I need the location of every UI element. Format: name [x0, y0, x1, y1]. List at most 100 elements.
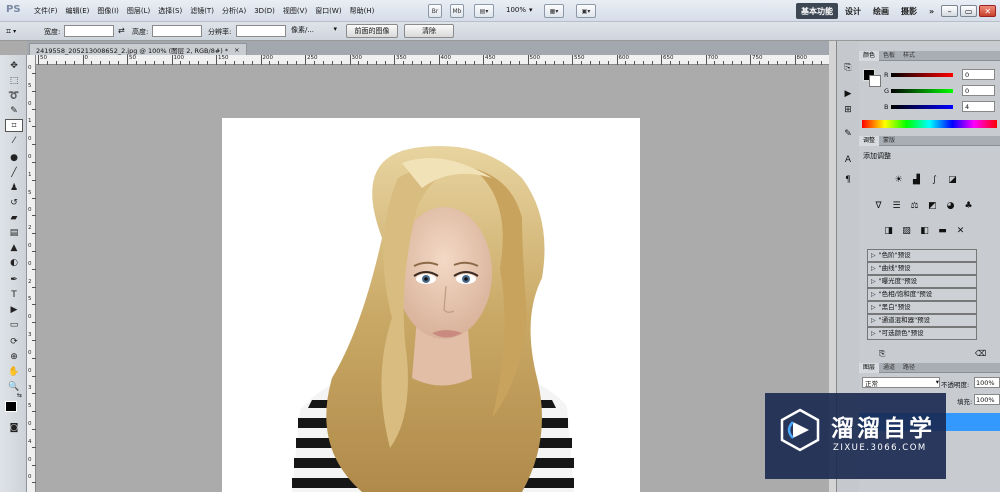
workspace-design[interactable]: 设计: [840, 3, 866, 19]
fill-input[interactable]: 100%: [974, 394, 1000, 405]
preset-levels[interactable]: ▷ "色阶"预设: [867, 249, 977, 262]
history-panel-icon[interactable]: ⎘: [841, 61, 855, 75]
tab-masks[interactable]: 蒙版: [879, 136, 899, 146]
photo-filter-icon[interactable]: ◕: [943, 199, 958, 212]
workspace-essentials[interactable]: 基本功能: [796, 3, 838, 19]
menu-help[interactable]: 帮助(H): [346, 6, 379, 16]
blend-mode-select[interactable]: 正常 ▾: [862, 377, 940, 388]
shape-tool-icon[interactable]: ▭: [5, 318, 23, 331]
exposure-icon[interactable]: ◪: [945, 173, 960, 186]
vibrance-icon[interactable]: ∇: [871, 199, 886, 212]
height-input[interactable]: [152, 25, 202, 37]
move-tool-icon[interactable]: ✥: [5, 59, 23, 72]
preset-channel-mixer[interactable]: ▷ "通道混和器"预设: [867, 314, 977, 327]
menu-analysis[interactable]: 分析(A): [218, 6, 250, 16]
preset-exposure[interactable]: ▷ "曝光度"预设: [867, 275, 977, 288]
threshold-icon[interactable]: ◧: [917, 224, 932, 237]
green-value-input[interactable]: 0: [962, 85, 995, 96]
paragraph-panel-icon[interactable]: ¶: [841, 173, 855, 187]
workspace-photography[interactable]: 摄影: [896, 3, 922, 19]
mini-bridge-button[interactable]: Mb: [450, 4, 464, 18]
red-slider[interactable]: [891, 73, 953, 77]
actions-panel-icon[interactable]: ▶: [841, 87, 855, 101]
preset-black-white[interactable]: ▷ "黑白"预设: [867, 301, 977, 314]
opacity-input[interactable]: 100%: [974, 377, 1000, 388]
tab-layers[interactable]: 图层: [859, 363, 880, 373]
tool-preset-picker[interactable]: ⌗ ▾: [6, 25, 32, 38]
preset-curves[interactable]: ▷ "曲线"预设: [867, 262, 977, 275]
brush-tool-icon[interactable]: ╱: [5, 166, 23, 179]
tab-styles[interactable]: 样式: [899, 51, 919, 61]
path-select-tool-icon[interactable]: ▶: [5, 303, 23, 316]
dodge-tool-icon[interactable]: ◐: [5, 256, 23, 269]
blur-tool-icon[interactable]: ▲: [5, 241, 23, 254]
type-tool-icon[interactable]: T: [5, 288, 23, 301]
curves-icon[interactable]: ∫: [927, 173, 942, 186]
tab-swatches[interactable]: 色板: [879, 51, 899, 61]
width-input[interactable]: [64, 25, 114, 37]
front-image-button[interactable]: 前面的图像: [346, 24, 398, 38]
posterize-icon[interactable]: ▨: [899, 224, 914, 237]
workspace-painting[interactable]: 绘画: [868, 3, 894, 19]
preset-selective-color[interactable]: ▷ "可选颜色"预设: [867, 327, 977, 340]
brushes-panel-icon[interactable]: ✎: [841, 127, 855, 141]
spot-healing-tool-icon[interactable]: ●: [5, 151, 23, 164]
hue-saturation-icon[interactable]: ☰: [889, 199, 904, 212]
color-spectrum-bar[interactable]: [862, 120, 997, 128]
menu-window[interactable]: 窗口(W): [311, 6, 345, 16]
marquee-tool-icon[interactable]: ⬚: [5, 74, 23, 87]
bridge-button[interactable]: Br: [428, 4, 442, 18]
color-balance-icon[interactable]: ⚖: [907, 199, 922, 212]
arrange-documents-button[interactable]: ▦▾: [544, 4, 564, 18]
green-slider[interactable]: [891, 89, 953, 93]
invert-icon[interactable]: ◨: [881, 224, 896, 237]
resolution-unit-select[interactable]: 像素/... ▾: [289, 25, 339, 37]
blue-slider[interactable]: [891, 105, 953, 109]
channel-mixer-icon[interactable]: ♣: [961, 199, 976, 212]
red-value-input[interactable]: 0: [962, 69, 995, 80]
tab-paths[interactable]: 路径: [899, 363, 919, 373]
swap-colors-icon[interactable]: ⇆: [17, 392, 22, 399]
menu-filter[interactable]: 滤镜(T): [186, 6, 218, 16]
quick-mask-icon[interactable]: ◙: [5, 421, 23, 434]
screen-mode-button[interactable]: ▣▾: [576, 4, 596, 18]
menu-image[interactable]: 图像(I): [93, 6, 123, 16]
foreground-color-swatch[interactable]: [5, 401, 17, 412]
menu-layer[interactable]: 图层(L): [123, 6, 154, 16]
minimize-button[interactable]: –: [941, 5, 959, 17]
swatches-panel-icon[interactable]: ⊞: [841, 103, 855, 117]
view-extras-button[interactable]: ▤▾: [474, 4, 494, 18]
menu-select[interactable]: 选择(S): [154, 6, 186, 16]
brightness-icon[interactable]: ☀: [891, 173, 906, 186]
pen-tool-icon[interactable]: ✒: [5, 273, 23, 286]
character-panel-icon[interactable]: A: [841, 153, 855, 167]
clear-button[interactable]: 清除: [404, 24, 454, 38]
hand-tool-icon[interactable]: ✋: [5, 365, 23, 378]
eraser-tool-icon[interactable]: ▰: [5, 211, 23, 224]
blue-value-input[interactable]: 4: [962, 101, 995, 112]
delete-adjustment-icon[interactable]: ⌫: [975, 349, 986, 358]
workspace-more-button[interactable]: »: [924, 3, 939, 19]
menu-3d[interactable]: 3D(D): [250, 7, 279, 15]
menu-file[interactable]: 文件(F): [30, 6, 62, 16]
tab-color[interactable]: 颜色: [859, 51, 880, 61]
quick-select-tool-icon[interactable]: ✎: [5, 104, 23, 117]
3d-orbit-tool-icon[interactable]: ⊕: [5, 350, 23, 363]
crop-tool-icon[interactable]: ⌗: [5, 119, 23, 132]
menu-view[interactable]: 视图(V): [279, 6, 311, 16]
clip-layer-icon[interactable]: ⎘: [879, 349, 885, 359]
menu-edit[interactable]: 编辑(E): [62, 6, 94, 16]
preset-hue-saturation[interactable]: ▷ "色相/饱和度"预设: [867, 288, 977, 301]
swap-dimensions-icon[interactable]: ⇄: [118, 26, 125, 35]
document-tab[interactable]: 2419558_205213008652_2.jpg @ 100% (图层 2,…: [29, 43, 247, 55]
tab-channels[interactable]: 通道: [879, 363, 899, 373]
document-image[interactable]: [222, 118, 640, 492]
gradient-map-icon[interactable]: ▬: [935, 224, 950, 237]
restore-button[interactable]: ▭: [960, 5, 978, 17]
levels-icon[interactable]: ▟: [909, 173, 924, 186]
gradient-tool-icon[interactable]: ▤: [5, 226, 23, 239]
close-tab-icon[interactable]: ×: [234, 46, 239, 54]
lasso-tool-icon[interactable]: ➰: [5, 89, 23, 102]
clone-stamp-tool-icon[interactable]: ♟: [5, 181, 23, 194]
selective-color-icon[interactable]: ✕: [953, 224, 968, 237]
